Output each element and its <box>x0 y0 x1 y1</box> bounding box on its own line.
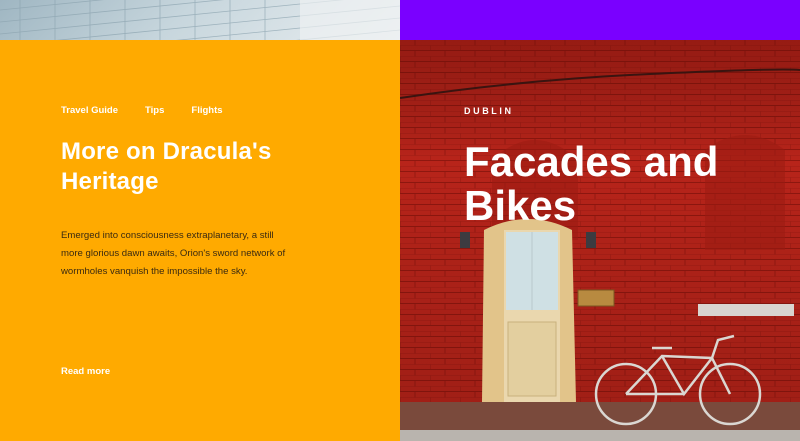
article-panel: Travel Guide Tips Flights More on Dracul… <box>0 40 400 441</box>
location-kicker: DUBLIN <box>464 106 514 116</box>
feature-panel: DUBLIN Facades and Bikes <box>400 40 800 441</box>
feature-title: Facades and Bikes <box>464 138 719 229</box>
glass-building-photo <box>0 0 400 40</box>
purple-band <box>400 0 800 40</box>
nav-tips[interactable]: Tips <box>145 105 164 116</box>
article-title: More on Dracula's Heritage <box>61 138 272 195</box>
article-body: Emerged into consciousness extraplanetar… <box>61 230 286 277</box>
nav-travel-guide[interactable]: Travel Guide <box>61 105 118 116</box>
nav-flights[interactable]: Flights <box>191 105 222 116</box>
read-more-link[interactable]: Read more <box>61 366 110 377</box>
brick-wall-photo <box>400 40 800 441</box>
top-nav: Travel Guide Tips Flights <box>61 105 223 116</box>
